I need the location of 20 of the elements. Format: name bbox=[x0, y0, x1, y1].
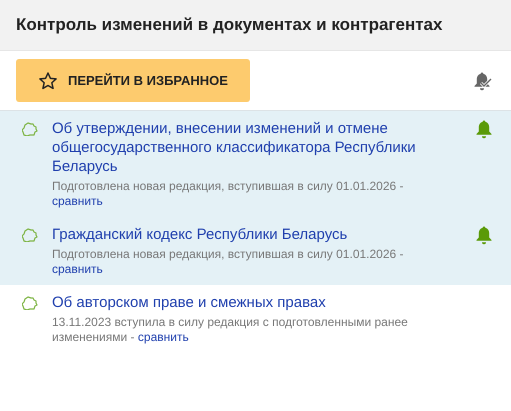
star-icon bbox=[38, 70, 58, 90]
compare-link[interactable]: сравнить bbox=[52, 194, 103, 208]
bell-icon[interactable] bbox=[475, 225, 493, 245]
document-title[interactable]: Об авторском праве и смежных правах bbox=[52, 293, 462, 312]
favorites-button[interactable]: ПЕРЕЙТИ В ИЗБРАННОЕ bbox=[16, 59, 250, 102]
compare-link[interactable]: сравнить bbox=[138, 330, 189, 344]
document-note: 13.11.2023 вступила в силу редакция с подготовленными ранее изменениями - сравнить bbox=[52, 315, 409, 345]
country-outline-icon bbox=[22, 228, 38, 242]
compare-link[interactable]: сравнить bbox=[52, 262, 103, 276]
country-outline-icon bbox=[22, 296, 38, 310]
document-row[interactable]: Гражданский кодекс Республики Беларусь Подготовлена новая редакция, вступившая в силу 01.01.2026 - сравнить bbox=[0, 217, 511, 285]
document-note: Подготовлена новая редакция, вступившая в силу 01.01.2026 - сравнить bbox=[52, 179, 405, 209]
country-outline-icon bbox=[22, 122, 38, 136]
bell-check-icon[interactable] bbox=[473, 70, 493, 90]
document-title[interactable]: Гражданский кодекс Республики Беларусь bbox=[52, 225, 462, 244]
document-title[interactable]: Об утверждении, внесении изменений и отмене общегосударственного классификатора Республики Беларусь bbox=[52, 119, 462, 176]
document-row[interactable]: Об утверждении, внесении изменений и отмене общегосударственного классификатора Республики Беларусь Подготовлена новая редакция, вступившая в силу 01.01.2026 - сравнить bbox=[0, 111, 511, 217]
document-note: Подготовлена новая редакция, вступившая в силу 01.01.2026 - сравнить bbox=[52, 247, 405, 277]
bell-icon[interactable] bbox=[475, 119, 493, 139]
panel-title: Контроль изменений в документах и контрагентах bbox=[16, 15, 442, 35]
